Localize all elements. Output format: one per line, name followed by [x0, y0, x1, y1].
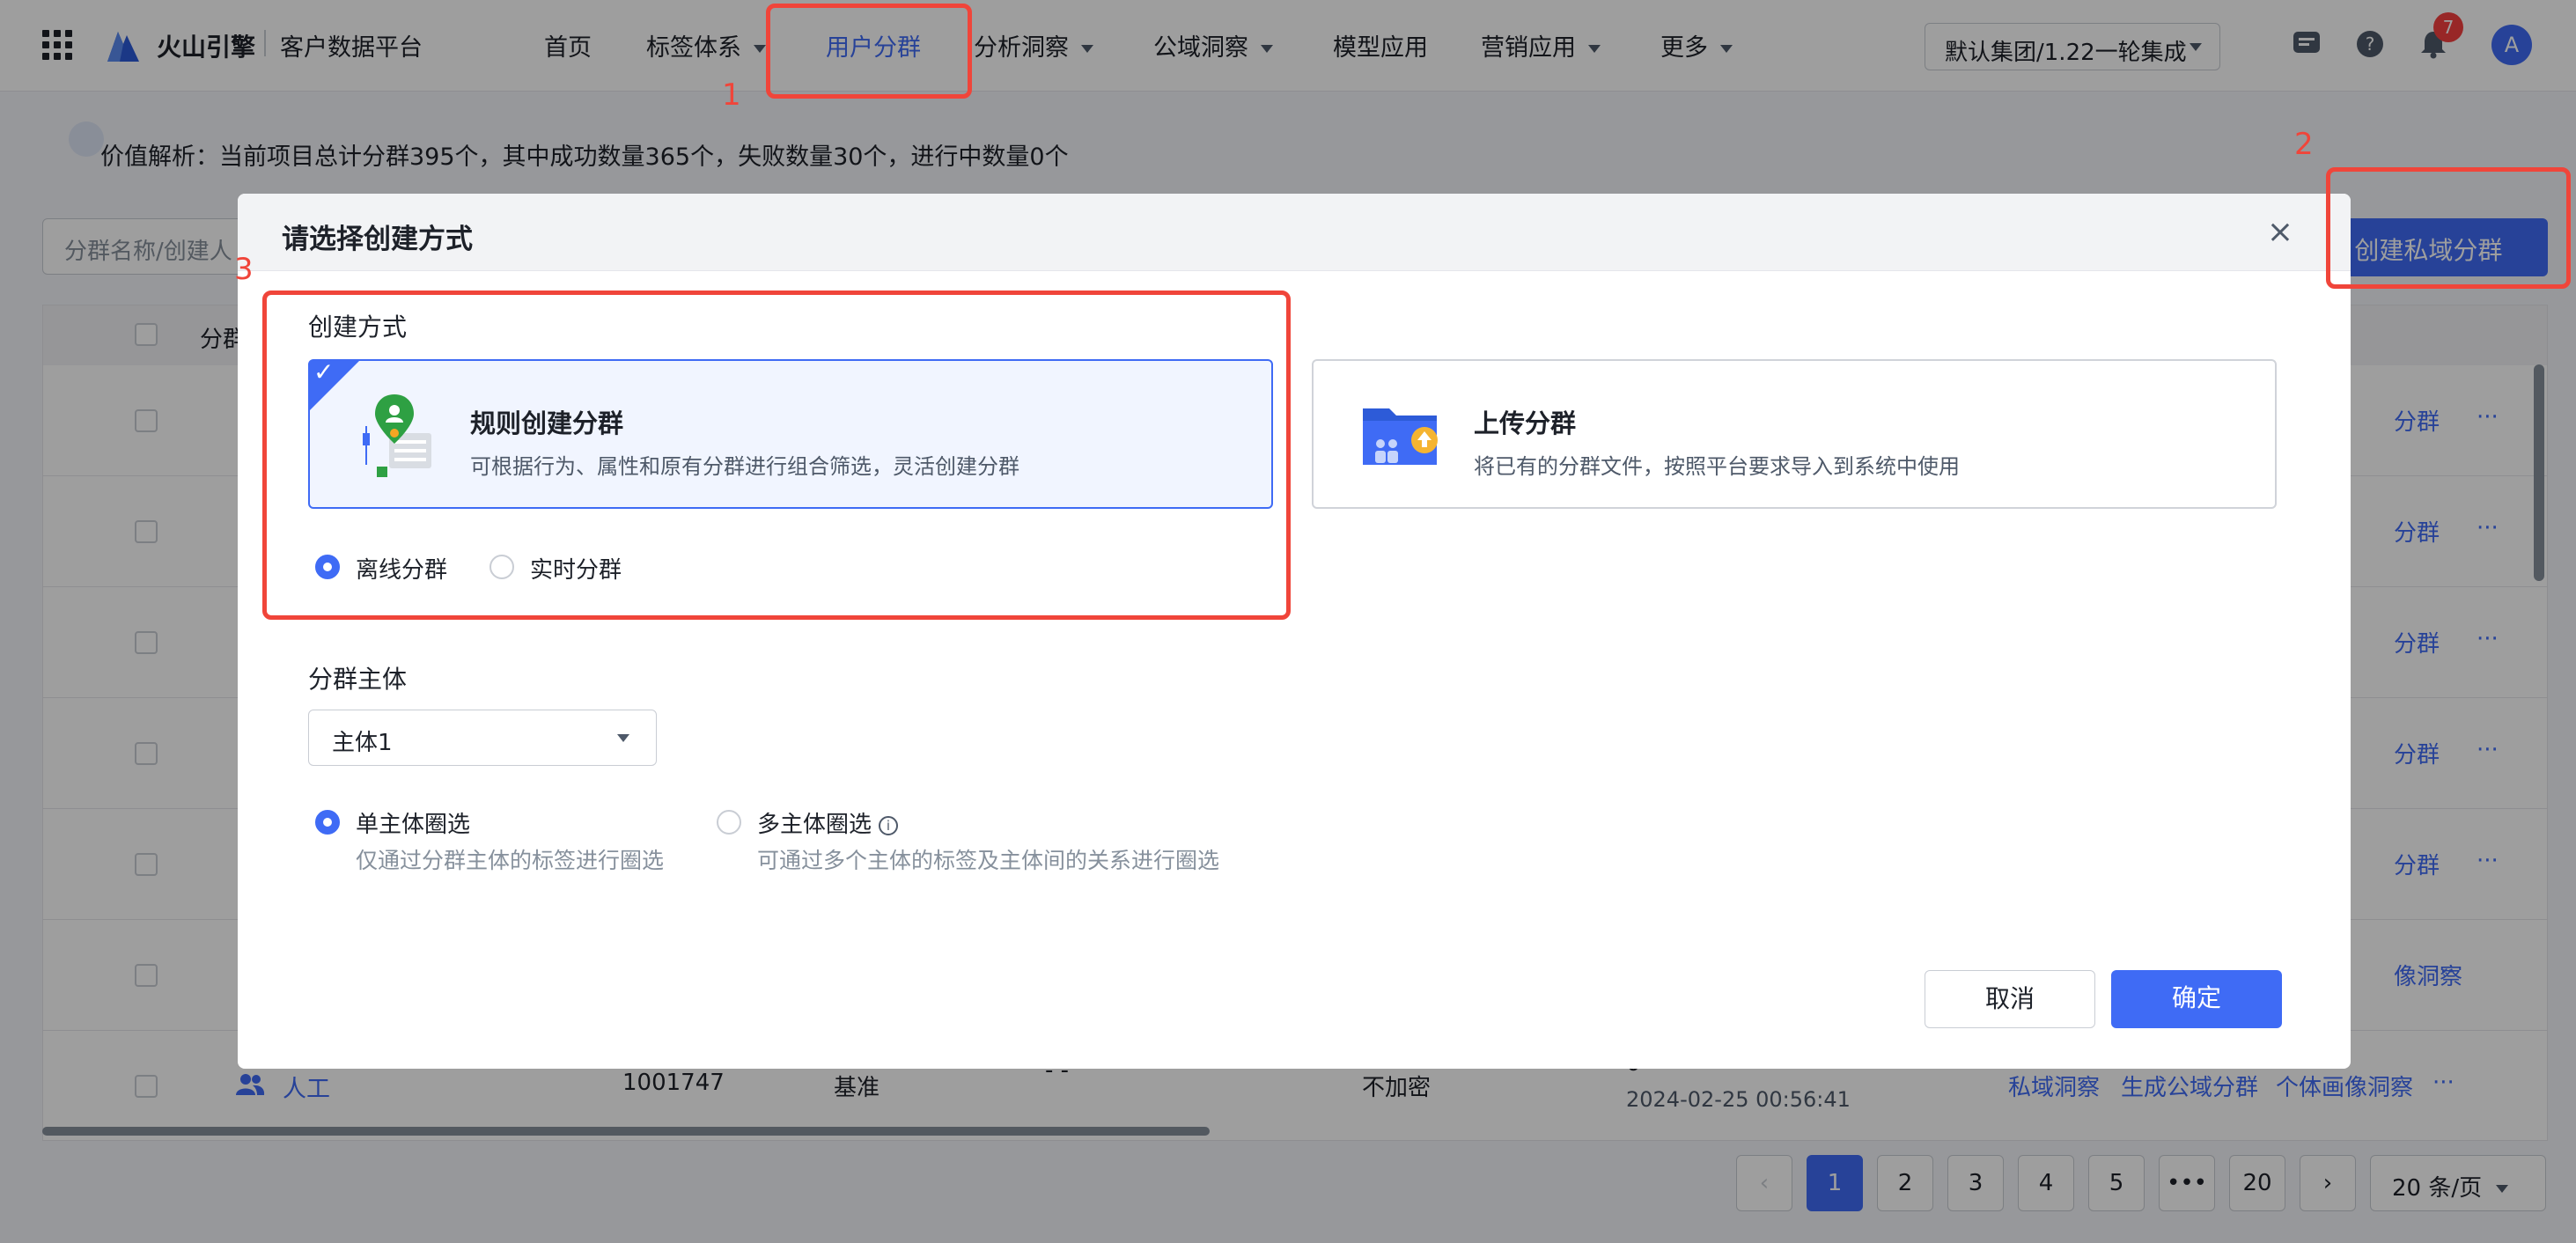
- upload-segment-title: 上传分群: [1474, 408, 1577, 438]
- chevron-down-icon: [617, 734, 629, 742]
- annotation-box-1: [766, 4, 972, 99]
- multi-subject-radio[interactable]: [717, 810, 741, 835]
- subject-label: 分群主体: [308, 665, 408, 694]
- multi-subject-desc: 可通过多个主体的标签及主体间的关系进行圈选: [757, 848, 1220, 873]
- annotation-box-3: [262, 291, 1291, 620]
- subject-select[interactable]: 主体1: [308, 710, 657, 766]
- upload-segment-desc: 将已有的分群文件，按照平台要求导入到系统中使用: [1474, 454, 1960, 479]
- confirm-button[interactable]: 确定: [2111, 970, 2282, 1028]
- multi-subject-label: 多主体圈选 i: [757, 806, 899, 839]
- single-subject-desc: 仅通过分群主体的标签进行圈选: [356, 848, 665, 873]
- dialog-title: 请选择创建方式: [282, 224, 473, 255]
- annotation-box-2: [2326, 167, 2571, 289]
- multi-subject-label-text: 多主体圈选: [757, 812, 872, 838]
- annotation-label-1: 1: [722, 77, 741, 113]
- annotation-label-2: 2: [2294, 127, 2314, 162]
- info-icon[interactable]: i: [879, 815, 899, 835]
- single-subject-label: 单主体圈选: [356, 812, 471, 838]
- annotation-label-3: 3: [234, 252, 254, 287]
- folder-upload-icon: [1363, 408, 1438, 465]
- cancel-button[interactable]: 取消: [1925, 970, 2095, 1028]
- upload-segment-card[interactable]: 上传分群 将已有的分群文件，按照平台要求导入到系统中使用: [1312, 359, 2277, 509]
- subject-select-value: 主体1: [332, 730, 393, 756]
- close-icon[interactable]: ×: [2263, 215, 2298, 250]
- single-subject-radio[interactable]: [315, 810, 340, 835]
- dialog-header: 请选择创建方式 ×: [238, 194, 2351, 271]
